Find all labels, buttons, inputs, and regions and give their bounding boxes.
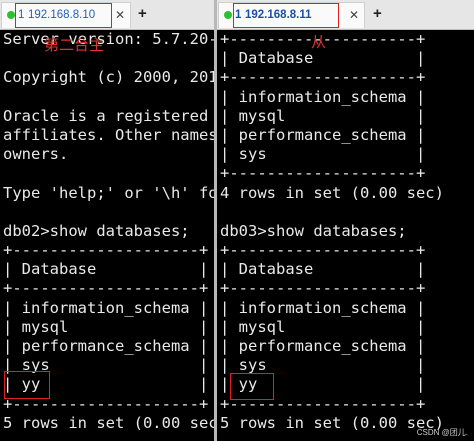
add-tab-icon[interactable]: +: [138, 4, 147, 24]
terminal-line: +--------------------+: [220, 30, 426, 48]
add-tab-icon[interactable]: +: [373, 4, 382, 24]
terminal-line: | sys |: [220, 145, 426, 164]
terminal-line: Type 'help;' or '\h' fo: [3, 183, 214, 202]
yy-highlight-box: [230, 373, 274, 400]
left-annotation: 第二台主: [44, 36, 105, 54]
terminal-line: | information_schema |: [220, 87, 426, 106]
terminal-line: | information_schema |: [3, 298, 209, 317]
terminal-line: owners.: [3, 145, 69, 164]
terminal-line: 4 rows in set (0.00 sec): [220, 183, 444, 202]
terminal-line: +--------------------+: [3, 279, 209, 298]
terminal-line: affiliates. Other names: [3, 125, 214, 144]
terminal-line: | mysql |: [220, 106, 426, 125]
terminal-line: | performance_schema |: [220, 337, 426, 355]
terminal-line: | mysql |: [220, 317, 426, 336]
right-tab-bar: 1 192.168.8.11 ✕ +: [217, 0, 474, 30]
terminal-line: | Database |: [3, 260, 209, 279]
tab-highlight-box: [15, 3, 112, 28]
terminal-line: | Database |: [220, 49, 426, 68]
terminal-line: Server version: 5.7.20-l: [3, 30, 214, 48]
right-terminal-pane[interactable]: 1 192.168.8.11 ✕ + +--------------------…: [217, 0, 474, 441]
terminal-line: +--------------------+: [3, 241, 209, 260]
terminal-line: 5 rows in set (0.00 sec: [3, 413, 214, 432]
terminal-line: +--------------------+: [220, 279, 426, 298]
watermark: CSDN @团儿.: [416, 428, 468, 437]
terminal-line: | Database |: [220, 260, 426, 279]
terminal-line: +--------------------+: [220, 68, 426, 87]
left-terminal-pane[interactable]: 1 192.168.8.10 ✕ + Server version: 5.7.2…: [0, 0, 214, 441]
terminal-line: +--------------------+: [220, 164, 426, 183]
terminal-line: db02>show databases;: [3, 221, 190, 240]
terminal-line: | information_schema |: [220, 298, 426, 317]
left-tab-bar: 1 192.168.8.10 ✕ +: [0, 0, 214, 30]
terminal-line: Oracle is a registered t: [3, 106, 214, 125]
connected-status-icon: [224, 11, 232, 19]
right-annotation: 从: [311, 33, 327, 51]
terminal-line: db03>show databases;: [220, 221, 407, 240]
close-icon[interactable]: ✕: [349, 3, 359, 27]
connected-status-icon: [7, 11, 15, 19]
close-icon[interactable]: ✕: [115, 3, 125, 27]
tab-highlight-box: [233, 3, 339, 28]
terminal-line: Copyright (c) 2000, 2017: [3, 68, 214, 87]
terminal-line: | performance_schema |: [3, 337, 209, 355]
terminal-line: +--------------------+: [220, 241, 426, 260]
terminal-line: | performance_schema |: [220, 125, 426, 144]
yy-highlight-box: [4, 371, 50, 399]
terminal-line: | mysql |: [3, 317, 209, 336]
